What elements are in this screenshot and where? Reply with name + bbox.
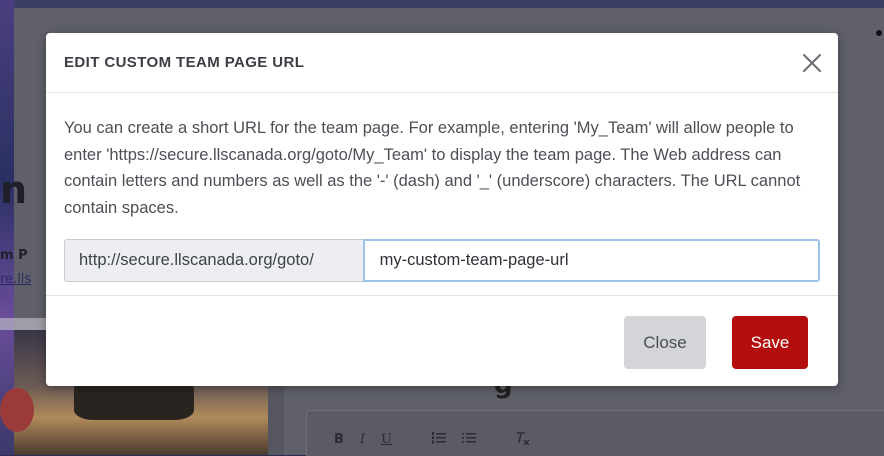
toolbar-gap	[492, 432, 500, 449]
toolbar-gap	[408, 432, 416, 449]
ordered-list-icon	[432, 432, 447, 449]
background-dot	[876, 30, 882, 36]
edit-url-dialog: EDIT CUSTOM TEAM PAGE URL You can create…	[46, 33, 838, 386]
background-link-fragment: re.lls	[0, 272, 32, 287]
italic-icon: I	[359, 432, 366, 447]
close-button[interactable]: Close	[624, 316, 706, 369]
background-left-strip	[0, 0, 14, 455]
background-name-fragment: m P	[0, 248, 28, 263]
url-prefix-addon: http://secure.llscanada.org/goto/	[64, 239, 363, 282]
dialog-footer: Close Save	[46, 295, 838, 387]
url-input-group: http://secure.llscanada.org/goto/	[64, 239, 820, 282]
background-top-strip	[14, 0, 884, 8]
help-text: You can create a short URL for the team …	[64, 119, 801, 217]
dialog-header: EDIT CUSTOM TEAM PAGE URL	[46, 33, 838, 93]
bold-icon: B	[334, 432, 344, 447]
clear-format-icon	[516, 432, 530, 449]
underline-icon: U	[381, 432, 393, 447]
background-heading-fragment: n	[0, 168, 28, 212]
bulleted-list-icon	[462, 432, 477, 449]
close-icon[interactable]	[801, 52, 823, 74]
save-button[interactable]: Save	[732, 316, 808, 369]
dialog-body: You can create a short URL for the team …	[46, 93, 838, 282]
custom-url-input[interactable]	[362, 239, 820, 282]
background-editor-toolbar: B I U	[334, 432, 530, 449]
dialog-title: EDIT CUSTOM TEAM PAGE URL	[64, 54, 305, 71]
photo-badge-shape	[0, 388, 34, 432]
